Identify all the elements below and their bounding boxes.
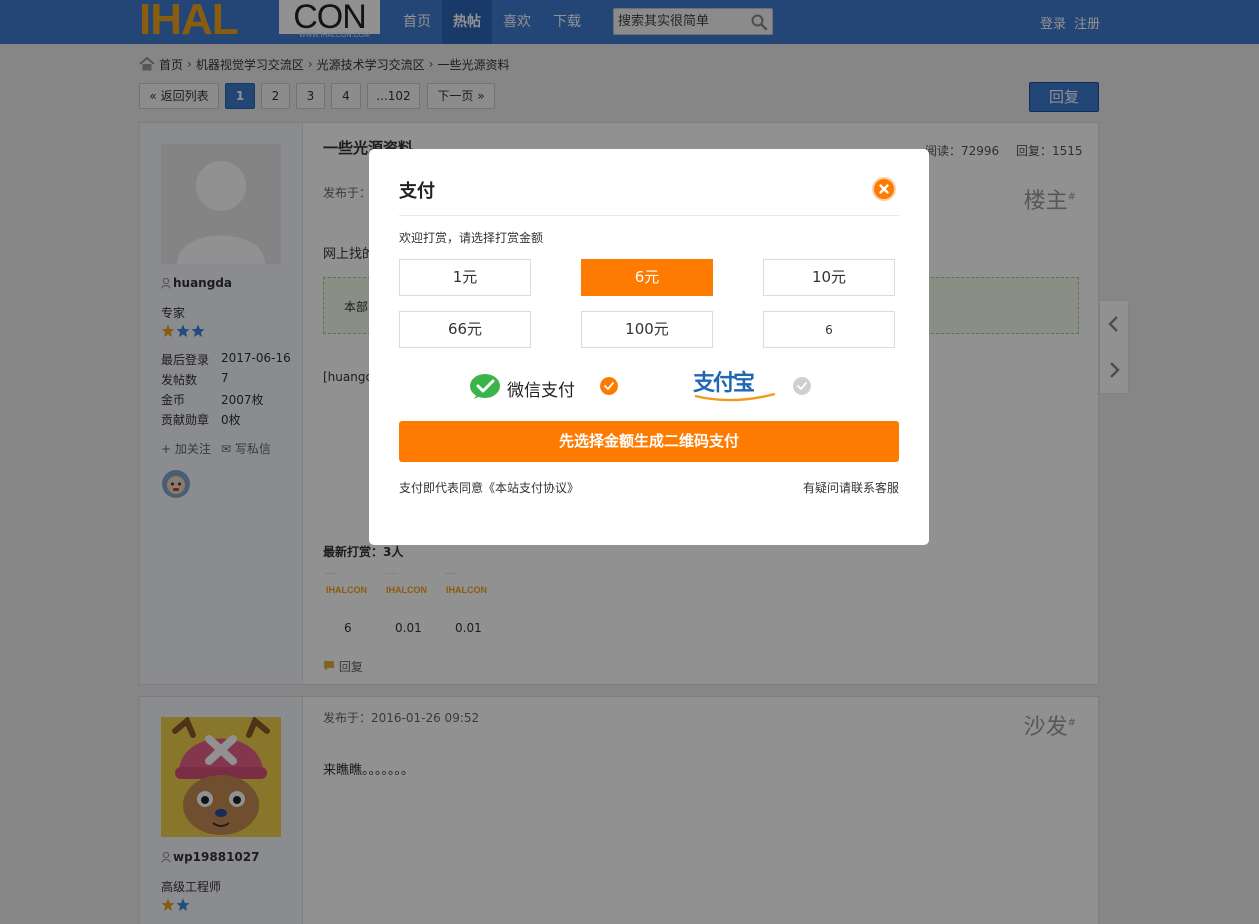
payment-agreement-link[interactable]: 支付即代表同意《本站支付协议》 (399, 479, 579, 496)
modal-title: 支付 (399, 181, 435, 202)
custom-amount-box (763, 311, 895, 348)
amount-option-1[interactable]: 1元 (399, 259, 531, 296)
amount-option-100[interactable]: 100元 (581, 311, 713, 348)
generate-qr-pay-button[interactable]: 先选择金额生成二维码支付 (399, 421, 899, 462)
contact-support-link[interactable]: 有疑问请联系客服 (803, 479, 899, 496)
amount-option-10[interactable]: 10元 (763, 259, 895, 296)
amount-option-66[interactable]: 66元 (399, 311, 531, 348)
wechat-selected-check-icon[interactable] (600, 377, 618, 395)
alipay-option[interactable]: 支付宝 (693, 369, 778, 403)
wechat-label: 微信支付 (507, 381, 575, 401)
payment-modal: 支付 欢迎打赏，请选择打赏金额 1元 6元 10元 66元 100元 微信支付 … (369, 149, 929, 545)
modal-divider (399, 215, 899, 216)
alipay-swoosh-icon (694, 393, 776, 402)
wechat-icon (470, 374, 500, 399)
close-button[interactable] (872, 177, 896, 201)
custom-amount-input[interactable] (764, 312, 894, 348)
alipay-unselected-check-icon[interactable] (793, 377, 811, 395)
modal-intro: 欢迎打赏，请选择打赏金额 (399, 231, 544, 245)
wechat-pay-option[interactable]: 微信支付 (469, 373, 619, 401)
close-icon (879, 184, 889, 194)
amount-option-6[interactable]: 6元 (581, 259, 713, 296)
